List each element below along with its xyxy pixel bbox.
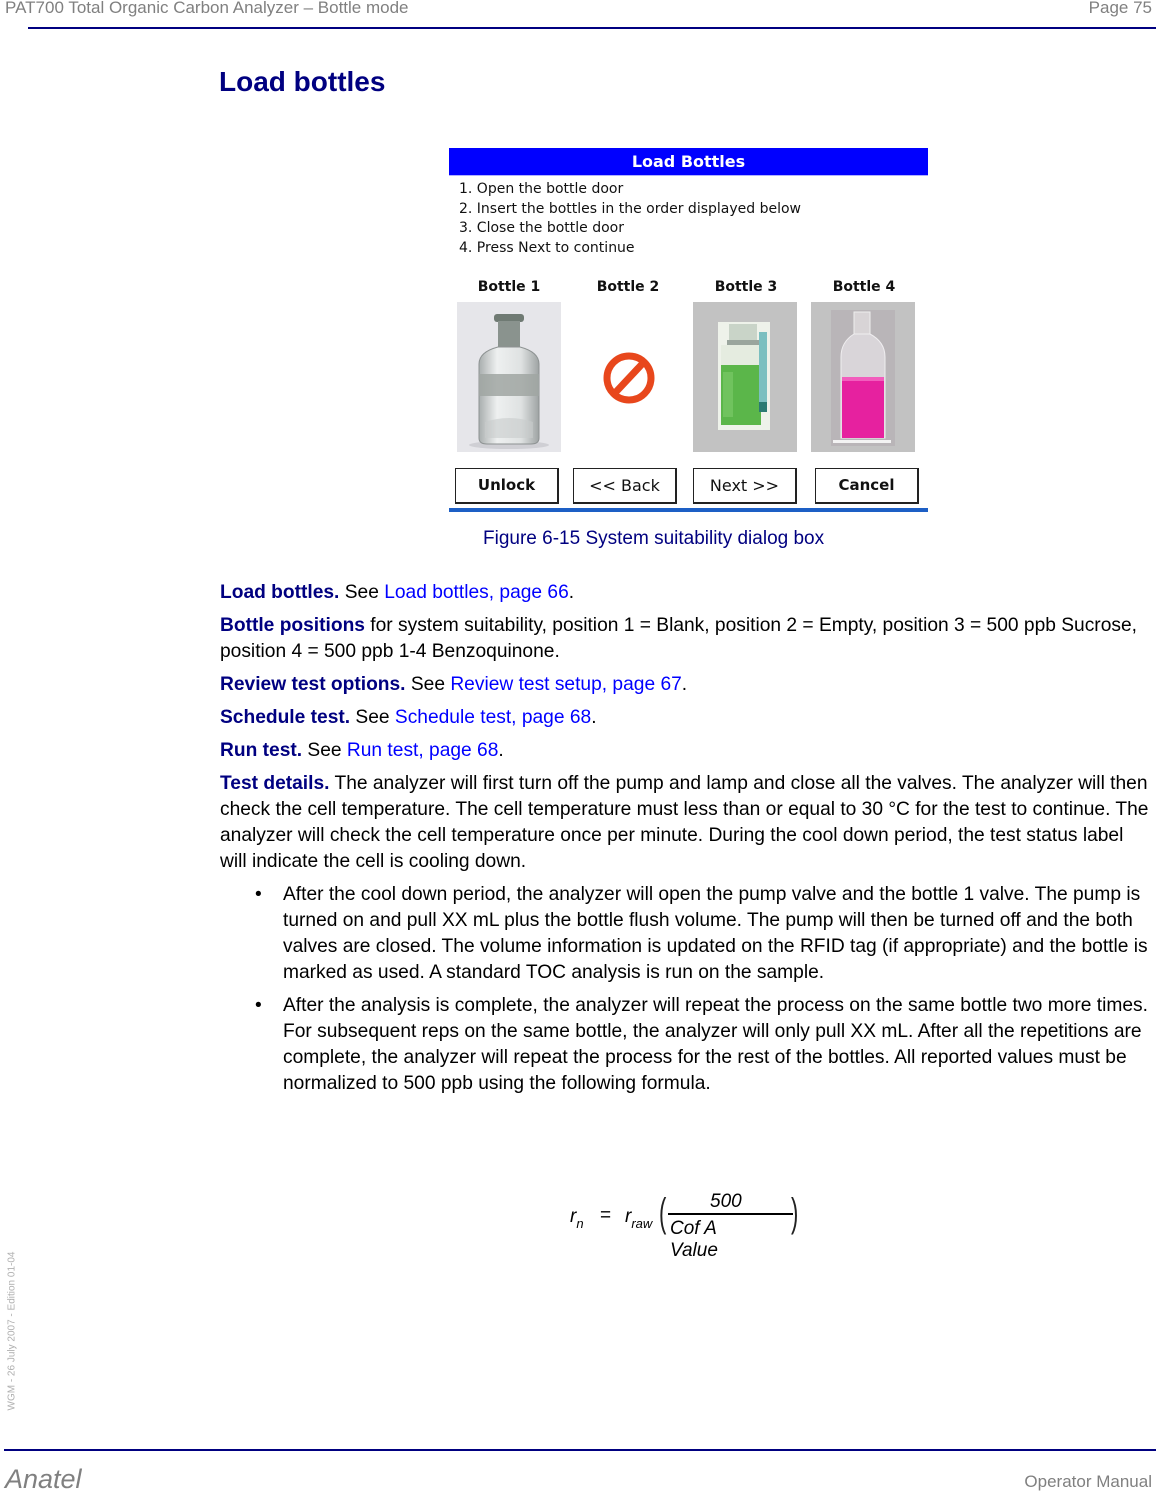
list-item: • After the cool down period, the analyz… [220, 882, 1155, 986]
bullet-list: • After the cool down period, the analyz… [220, 882, 1155, 1097]
header-rule [28, 27, 1156, 29]
dialog-step: 1. Open the bottle door [459, 181, 624, 197]
paragraph-text: See [302, 740, 347, 761]
page-title: Load bottles [219, 66, 386, 97]
paragraph-text: . [591, 707, 597, 728]
term: Review test options. [220, 674, 406, 695]
formula-rhs-sub: raw [631, 1216, 653, 1231]
footer-brand: Anatel [5, 1464, 82, 1494]
paragraph-text: . [498, 740, 504, 761]
clear-glass-bottle-image [457, 302, 561, 452]
formula-equals: = [600, 1205, 612, 1226]
dialog-step: 3. Close the bottle door [459, 220, 624, 236]
bottle-4-label: Bottle 4 [832, 279, 896, 295]
footer-rule [4, 1449, 1156, 1451]
paragraph-text: The analyzer will first turn off the pum… [220, 773, 1149, 872]
edition-note: WGM - 26 July 2007 - Edition 01-04 [6, 1251, 18, 1411]
dialog-title: Load Bottles [449, 148, 928, 176]
list-item: • After the analysis is complete, the an… [220, 993, 1155, 1097]
term: Test details. [220, 773, 330, 794]
formula-open-paren: ( [658, 1191, 667, 1235]
figure-caption: Figure 6-15 System suitability dialog bo… [483, 528, 825, 549]
list-item-text: After the cool down period, the analyzer… [283, 884, 1148, 983]
dialog-steps: 1. Open the bottle door 2. Insert the bo… [459, 180, 928, 258]
review-test-setup-link[interactable]: Review test setup, page 67 [450, 674, 681, 695]
formula-fraction-bar [668, 1213, 793, 1215]
bottle-3-label: Bottle 3 [714, 279, 778, 295]
paragraph-review: Review test options. See Review test set… [220, 672, 1155, 698]
paragraph-text: . [681, 674, 688, 695]
paragraph-run: Run test. See Run test, page 68. [220, 738, 1155, 764]
paragraph-test-details: Test details. The analyzer will first tu… [220, 771, 1155, 875]
paragraph-text: . [568, 582, 575, 603]
paragraph-load-bottles: Load bottles. See Load bottles, page 66. [220, 580, 1155, 606]
body-text: Load bottles. See Load bottles, page 66.… [220, 580, 1155, 1104]
dialog-step: 2. Insert the bottles in the order displ… [459, 200, 802, 217]
formula-close-paren: ) [790, 1191, 799, 1235]
formula-lhs: rn [570, 1206, 584, 1231]
back-button[interactable]: << Back [573, 468, 677, 504]
bullet-icon: • [255, 995, 262, 1016]
page-number: Page 75 [1088, 0, 1152, 17]
formula-denominator: Cof A Value [670, 1218, 718, 1261]
green-liquid-bottle-image [693, 302, 797, 452]
bottle-1-label: Bottle 1 [477, 279, 541, 295]
dialog-step: 4. Press Next to continue [459, 239, 635, 256]
unlock-button[interactable]: Unlock [455, 468, 559, 504]
run-test-link[interactable]: Run test, page 68 [347, 740, 498, 761]
schedule-test-link[interactable]: Schedule test, page 68 [395, 707, 591, 728]
load-bottles-link[interactable]: Load bottles, page 66 [384, 582, 569, 603]
cancel-button[interactable]: Cancel [815, 468, 919, 504]
bottle-labels: Bottle 1 Bottle 2 Bottle 3 Bottle 4 [449, 279, 928, 299]
bullet-icon: • [255, 884, 262, 905]
paragraph-schedule: Schedule test. See Schedule test, page 6… [220, 705, 1155, 731]
footer-manual: Operator Manual [1024, 1472, 1152, 1491]
header-title: PAT700 Total Organic Carbon Analyzer – B… [5, 0, 409, 17]
term: Run test. [220, 740, 303, 761]
formula-lhs-sub: n [576, 1216, 584, 1231]
pink-liquid-bottle-image [811, 302, 915, 452]
formula-numerator: 500 [710, 1191, 742, 1212]
next-button[interactable]: Next >> [693, 468, 797, 504]
bottle-2-label: Bottle 2 [596, 279, 660, 295]
term: Schedule test. [220, 707, 351, 728]
prohibited-icon [575, 302, 679, 452]
paragraph-text: See [350, 707, 395, 728]
formula-rhs: rraw [625, 1206, 653, 1231]
paragraph-text: See [339, 582, 385, 603]
paragraph-bottle-positions: Bottle positions for system suitability,… [220, 613, 1155, 665]
term: Load bottles. [220, 582, 340, 603]
term: Bottle positions [220, 615, 365, 636]
paragraph-text: See [405, 674, 451, 695]
list-item-text: After the analysis is complete, the anal… [283, 995, 1148, 1094]
load-bottles-dialog: Load Bottles 1. Open the bottle door 2. … [449, 148, 928, 512]
dialog-bottom-bar [449, 508, 928, 512]
